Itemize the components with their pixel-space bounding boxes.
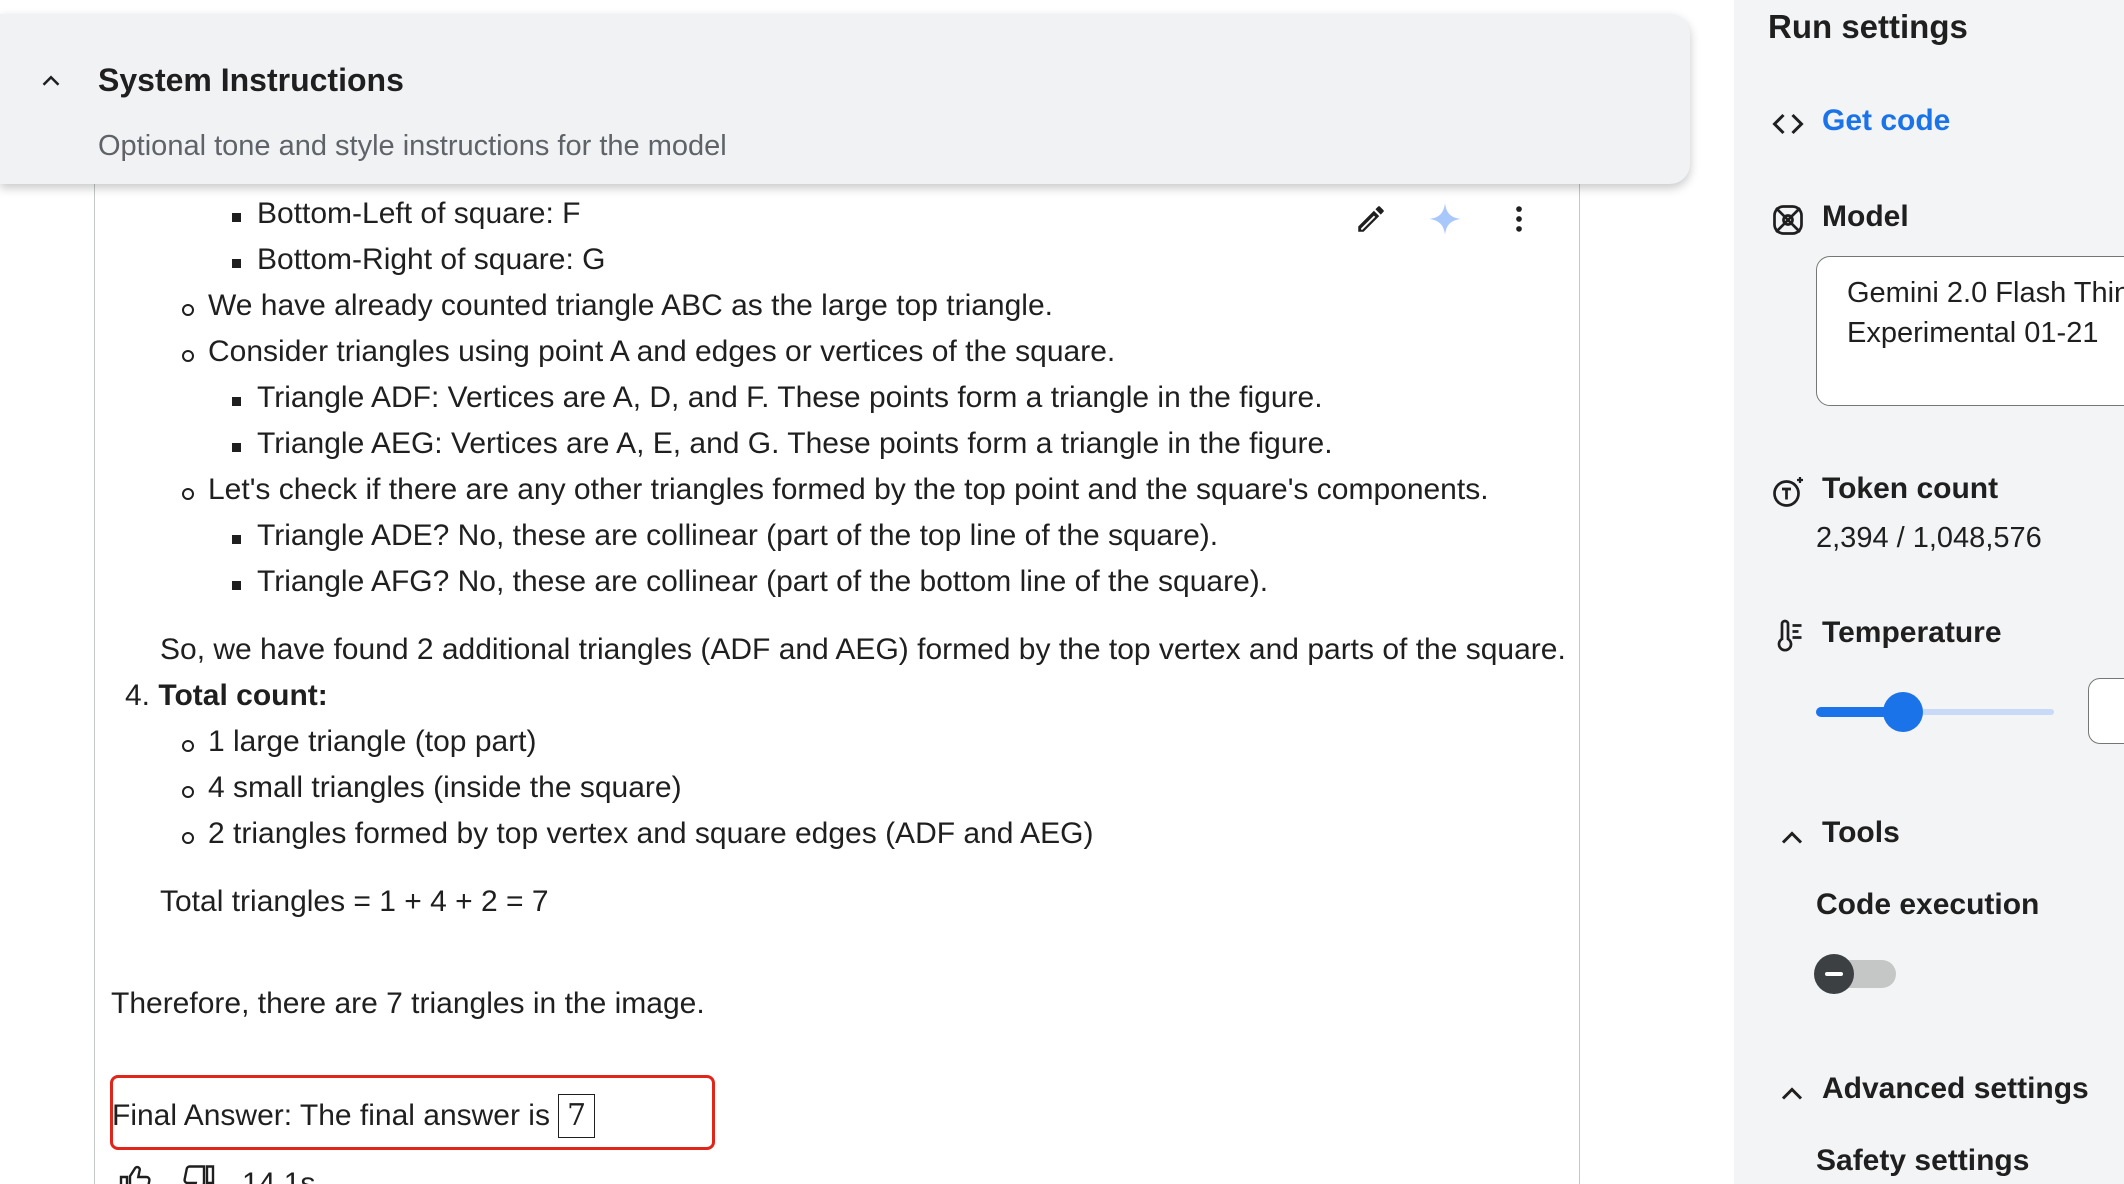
- token-icon: [1773, 477, 1803, 507]
- chevron-up-icon[interactable]: [1774, 1076, 1810, 1112]
- bullet-square-icon: [232, 397, 241, 406]
- temperature-input[interactable]: [2088, 678, 2124, 744]
- bullet-square-icon: [232, 443, 241, 452]
- sparkle-icon[interactable]: [1425, 199, 1465, 239]
- model-icon: [1773, 205, 1803, 235]
- safety-settings-link[interactable]: Safety settings: [1816, 1144, 2029, 1178]
- bullet-square-icon: [232, 581, 241, 590]
- toggle-off-icon[interactable]: [1814, 954, 1854, 994]
- list-item: Bottom-Left of square: F: [257, 197, 581, 230]
- get-code-link[interactable]: Get code: [1822, 104, 1950, 138]
- list-item: Consider triangles using point A and edg…: [208, 335, 1116, 368]
- temperature-slider-thumb[interactable]: [1883, 692, 1923, 732]
- model-label: Model: [1822, 200, 1909, 233]
- code-execution-label: Code execution: [1816, 888, 2040, 921]
- list-item: Triangle AFG? No, these are collinear (p…: [257, 565, 1269, 598]
- numbered-item: 4. Total count:: [125, 676, 328, 716]
- response-footer: 14.1s: [118, 1162, 315, 1184]
- thumbs-up-icon[interactable]: [118, 1162, 154, 1184]
- bullet-circle-icon: [182, 304, 194, 316]
- model-value: Gemini 2.0 Flash Thinking Experimental 0…: [1847, 277, 2124, 349]
- chat-area: Bottom-Left of square: F Bottom-Right of…: [0, 0, 1720, 1184]
- advanced-settings-label: Advanced settings: [1822, 1072, 2089, 1105]
- bullet-circle-icon: [182, 786, 194, 798]
- final-answer-value: 7: [557, 1094, 596, 1138]
- system-instructions-title: System Instructions: [98, 62, 404, 98]
- bullet-circle-icon: [182, 832, 194, 844]
- run-settings-title: Run settings: [1768, 8, 1968, 45]
- paragraph: Total triangles = 1 + 4 + 2 = 7: [160, 885, 549, 918]
- bullet-square-icon: [232, 213, 241, 222]
- more-vert-icon[interactable]: [1499, 199, 1539, 239]
- token-count-label: Token count: [1822, 472, 1999, 505]
- system-instructions-input[interactable]: Optional tone and style instructions for…: [98, 130, 727, 163]
- model-select[interactable]: Gemini 2.0 Flash Thinking Experimental 0…: [1816, 256, 2124, 406]
- item-number: 4.: [125, 679, 151, 712]
- pencil-icon[interactable]: [1351, 199, 1391, 239]
- list-item: We have already counted triangle ABC as …: [208, 289, 1053, 322]
- final-answer-text: Final Answer: The final answer is: [112, 1099, 550, 1132]
- bullet-square-icon: [232, 535, 241, 544]
- list-item: 4 small triangles (inside the square): [208, 771, 682, 804]
- list-item: Triangle ADF: Vertices are A, D, and F. …: [257, 381, 1323, 414]
- list-item: 1 large triangle (top part): [208, 725, 537, 758]
- elapsed-time: 14.1s: [242, 1167, 316, 1184]
- tools-label: Tools: [1822, 816, 1900, 849]
- model-response: Bottom-Left of square: F Bottom-Right of…: [94, 120, 1580, 1184]
- thermometer-icon: [1777, 619, 1802, 652]
- token-count-value: 2,394 / 1,048,576: [1816, 522, 2042, 554]
- thumbs-down-icon[interactable]: [180, 1162, 216, 1184]
- run-settings-panel: Run settings Get code Model Gemini 2.0 F…: [1734, 0, 2124, 1184]
- chevron-up-icon[interactable]: [36, 66, 66, 96]
- code-icon[interactable]: [1770, 106, 1806, 142]
- item-heading: Total count:: [158, 679, 328, 712]
- paragraph: So, we have found 2 additional triangles…: [160, 633, 1566, 666]
- list-item: 2 triangles formed by top vertex and squ…: [208, 817, 1094, 850]
- list-item: Triangle ADE? No, these are collinear (p…: [257, 519, 1219, 552]
- bullet-circle-icon: [182, 488, 194, 500]
- final-answer: Final Answer: The final answer is 7: [112, 1094, 596, 1138]
- system-instructions-panel[interactable]: System Instructions Optional tone and st…: [0, 14, 1690, 184]
- chevron-up-icon[interactable]: [1774, 820, 1810, 856]
- paragraph: Therefore, there are 7 triangles in the …: [111, 987, 705, 1020]
- bullet-square-icon: [232, 259, 241, 268]
- temperature-label: Temperature: [1822, 616, 2002, 649]
- list-item: Triangle AEG: Vertices are A, E, and G. …: [257, 427, 1333, 460]
- bullet-circle-icon: [182, 350, 194, 362]
- response-actions: [1351, 199, 1539, 239]
- list-item: Bottom-Right of square: G: [257, 243, 606, 276]
- bullet-circle-icon: [182, 740, 194, 752]
- list-item: Let's check if there are any other trian…: [208, 473, 1489, 506]
